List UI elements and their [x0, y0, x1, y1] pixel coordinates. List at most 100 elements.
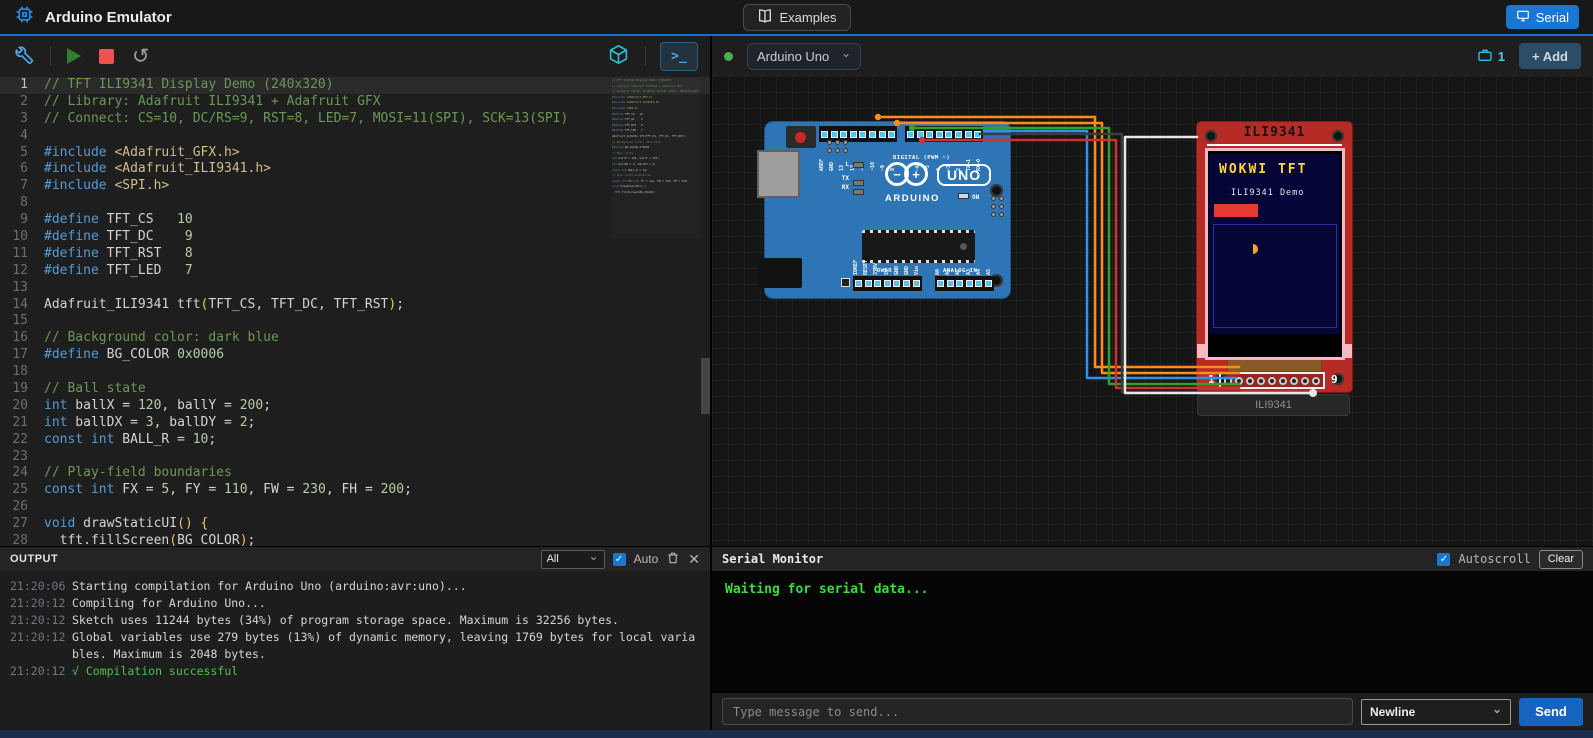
close-output-button[interactable] — [688, 551, 700, 568]
serial-output[interactable]: Waiting for serial data... — [712, 571, 1593, 692]
run-button[interactable] — [65, 46, 83, 66]
code-line[interactable]: 25const int FX = 5, FY = 110, FW = 230, … — [0, 482, 710, 499]
parts-count[interactable]: 1 — [1477, 47, 1505, 66]
pin[interactable] — [966, 280, 973, 287]
stop-button[interactable] — [97, 47, 116, 66]
code-line[interactable]: 14Adafruit_ILI9341 tft(TFT_CS, TFT_DC, T… — [0, 297, 710, 314]
tft-ili9341-module[interactable]: ILI9341 WOKWI TFT ILI9341 Demo — [1197, 122, 1352, 392]
pin[interactable] — [947, 280, 954, 287]
diagram-canvas[interactable]: AREFGND1312~11~10~98 7~6~54~32TX→1RX←0 D… — [712, 76, 1593, 546]
pin[interactable] — [913, 280, 920, 287]
pin[interactable] — [974, 131, 981, 138]
line-ending-select[interactable]: Newline — [1361, 699, 1511, 725]
power-pins[interactable] — [853, 276, 922, 291]
reset-button-part[interactable] — [786, 126, 816, 148]
output-filter-select[interactable]: All — [541, 550, 605, 569]
pin[interactable] — [1290, 377, 1298, 385]
pin[interactable] — [955, 131, 962, 138]
code-line[interactable]: 5#include <Adafruit_GFX.h> — [0, 145, 710, 162]
pin[interactable] — [879, 131, 886, 138]
pin[interactable] — [1279, 377, 1287, 385]
pin[interactable] — [907, 131, 914, 138]
pin[interactable] — [884, 280, 891, 287]
code-line[interactable]: 8 — [0, 195, 710, 212]
pin[interactable] — [1224, 377, 1232, 385]
code-line[interactable]: 24// Play-field boundaries — [0, 465, 710, 482]
serial-message-input[interactable] — [722, 698, 1353, 725]
clear-serial-button[interactable]: Clear — [1539, 550, 1583, 569]
pin[interactable] — [956, 280, 963, 287]
code-editor[interactable]: 1// TFT ILI9341 Display Demo (240x320)2/… — [0, 76, 710, 546]
code-line[interactable]: 22const int BALL_R = 10; — [0, 432, 710, 449]
pin[interactable] — [975, 280, 982, 287]
serial-button[interactable]: Serial — [1506, 5, 1579, 29]
pin[interactable] — [917, 131, 924, 138]
pin[interactable] — [821, 131, 828, 138]
code-line[interactable]: 28 tft.fillScreen(BG_COLOR); — [0, 533, 710, 546]
pin[interactable] — [936, 131, 943, 138]
code-line[interactable]: 19// Ball state — [0, 381, 710, 398]
code-line[interactable]: 11#define TFT_RST 8 — [0, 246, 710, 263]
autoscroll-checkbox[interactable] — [1437, 553, 1450, 566]
pin[interactable] — [859, 131, 866, 138]
analog-pins[interactable] — [935, 276, 994, 291]
code-line[interactable]: 23 — [0, 449, 710, 466]
code-line[interactable]: 7#include <SPI.h> — [0, 178, 710, 195]
code-line[interactable]: 18 — [0, 364, 710, 381]
code-line[interactable]: 15 — [0, 313, 710, 330]
pin[interactable] — [1268, 377, 1276, 385]
code-line[interactable]: 20int ballX = 120, ballY = 200; — [0, 398, 710, 415]
pin[interactable] — [865, 280, 872, 287]
pin[interactable] — [985, 280, 992, 287]
code-area[interactable]: 1// TFT ILI9341 Display Demo (240x320)2/… — [0, 77, 710, 546]
editor-scrollbar-thumb[interactable] — [701, 358, 710, 414]
code-line[interactable]: 21int ballDX = 3, ballDY = 2; — [0, 415, 710, 432]
pin[interactable] — [831, 131, 838, 138]
code-line[interactable]: 6#include <Adafruit_ILI9341.h> — [0, 161, 710, 178]
pin[interactable] — [1301, 377, 1309, 385]
pin[interactable] — [1246, 377, 1254, 385]
examples-button[interactable]: Examples — [742, 4, 850, 31]
pin[interactable] — [937, 280, 944, 287]
pin[interactable] — [893, 280, 900, 287]
build-settings-button[interactable] — [12, 43, 36, 70]
terminal-toggle-button[interactable] — [660, 42, 698, 71]
digital-pins-right[interactable] — [905, 126, 983, 142]
pin[interactable] — [965, 131, 972, 138]
pin[interactable] — [855, 280, 862, 287]
send-button[interactable]: Send — [1519, 698, 1583, 726]
output-log[interactable]: 21:20:06Starting compilation for Arduino… — [0, 571, 710, 730]
pin[interactable] — [874, 280, 881, 287]
code-line[interactable]: 26 — [0, 499, 710, 516]
pin[interactable] — [840, 131, 847, 138]
code-line[interactable]: 27void drawStaticUI() { — [0, 516, 710, 533]
code-line[interactable]: 10#define TFT_DC 9 — [0, 229, 710, 246]
pin[interactable] — [945, 131, 952, 138]
library-manager-button[interactable] — [606, 42, 631, 70]
code-line[interactable]: 1// TFT ILI9341 Display Demo (240x320) — [0, 77, 710, 94]
code-line[interactable]: 12#define TFT_LED 7 — [0, 263, 710, 280]
arduino-uno-board[interactable]: AREFGND1312~11~10~98 7~6~54~32TX→1RX←0 D… — [765, 122, 1010, 298]
code-line[interactable]: 2// Library: Adafruit ILI9341 + Adafruit… — [0, 94, 710, 111]
pin[interactable] — [903, 280, 910, 287]
restart-button[interactable] — [130, 44, 152, 69]
clear-output-button[interactable] — [666, 551, 680, 568]
board-select[interactable]: Arduino Uno — [747, 43, 861, 70]
code-line[interactable]: 13 — [0, 280, 710, 297]
auto-checkbox[interactable] — [613, 553, 626, 566]
code-line[interactable]: 3// Connect: CS=10, DC/RS=9, RST=8, LED=… — [0, 111, 710, 128]
code-line[interactable]: 4 — [0, 128, 710, 145]
pin[interactable] — [1312, 377, 1320, 385]
code-line[interactable]: 16// Background color: dark blue — [0, 330, 710, 347]
pin[interactable] — [1235, 377, 1243, 385]
pin[interactable] — [869, 131, 876, 138]
code-line[interactable]: 9#define TFT_CS 10 — [0, 212, 710, 229]
tft-pins[interactable] — [1219, 372, 1325, 389]
minimap[interactable]: // TFT ILI9341 Display Demo (240x320)// … — [612, 78, 700, 238]
pin[interactable] — [888, 131, 895, 138]
pin[interactable] — [926, 131, 933, 138]
add-part-button[interactable]: + Add — [1519, 43, 1581, 69]
code-line[interactable]: 17#define BG_COLOR 0x0006 — [0, 347, 710, 364]
pin[interactable] — [850, 131, 857, 138]
pin[interactable] — [1257, 377, 1265, 385]
